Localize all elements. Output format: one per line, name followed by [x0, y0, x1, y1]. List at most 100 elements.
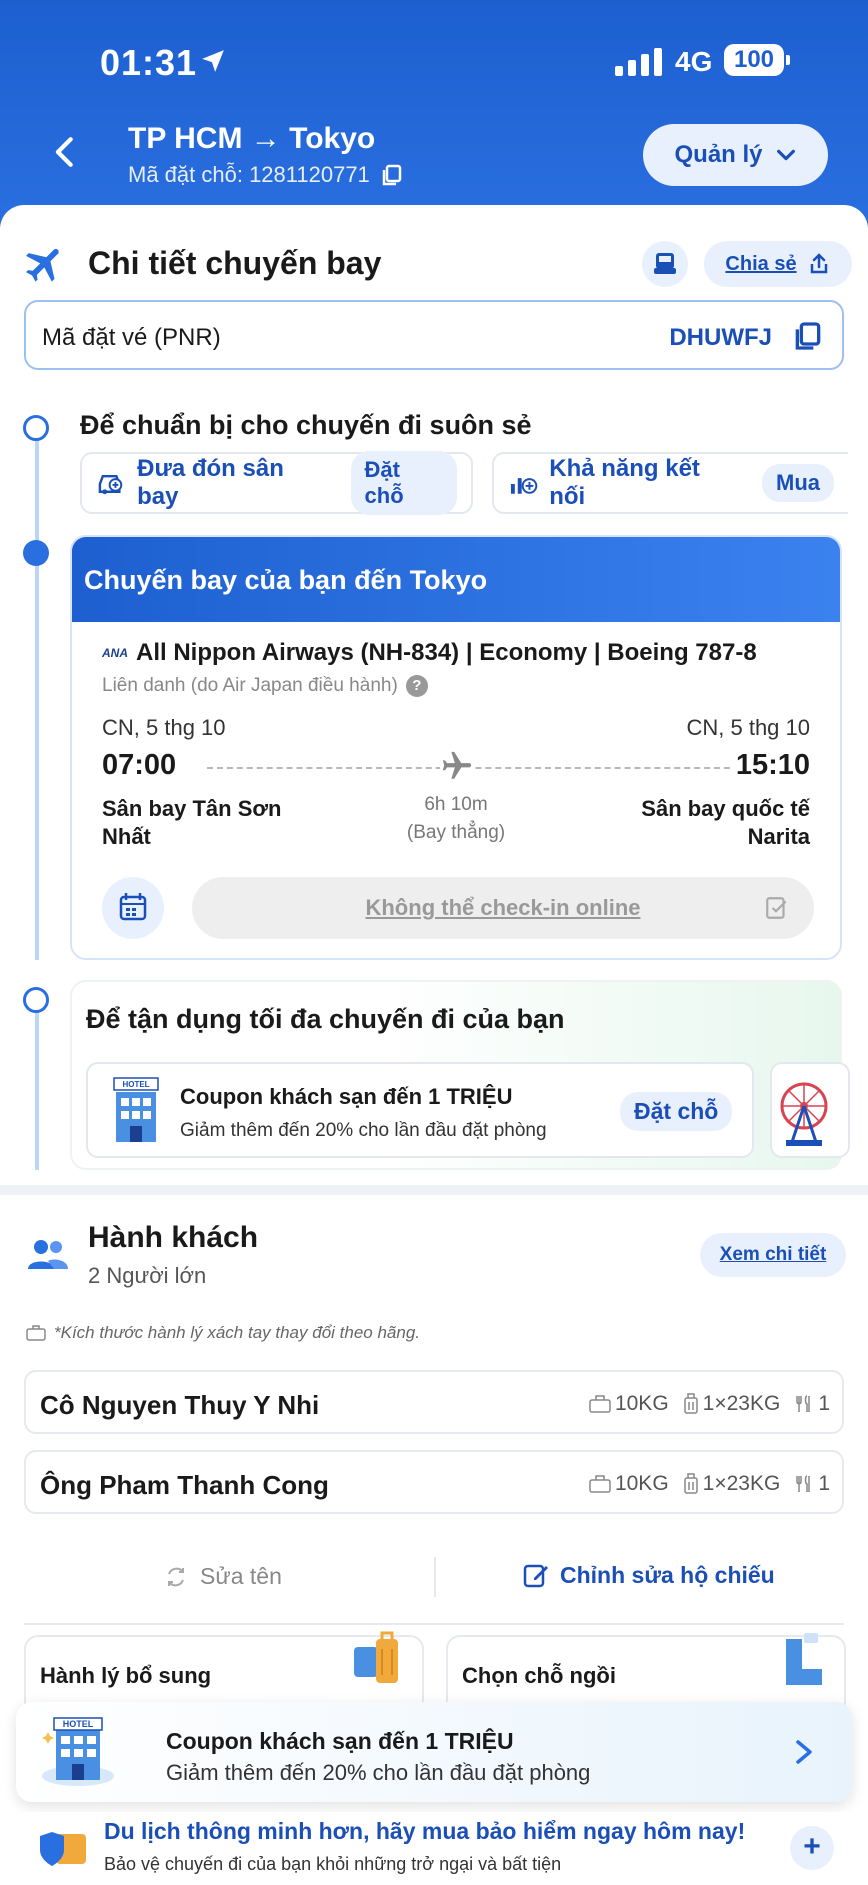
view-details-button[interactable]: Xem chi tiết: [700, 1233, 846, 1277]
departure-time: 07:00: [102, 749, 177, 781]
departure-date: CN, 5 thg 10: [102, 715, 226, 740]
signal-icon: [615, 46, 662, 76]
prepare-title: Để chuẩn bị cho chuyến đi suôn sẻ: [80, 410, 532, 440]
copy-icon[interactable]: [792, 320, 824, 352]
app-header: 01:31 4G 100 TP HCM → Tokyo Mã đặt chỗ: …: [0, 0, 868, 230]
hotel-badge-text: HOTEL: [122, 1080, 149, 1089]
chevron-right-icon: [796, 1740, 812, 1764]
chevron-down-icon: [776, 149, 795, 161]
insurance-subtitle: Bảo vệ chuyến đi của bạn khỏi những trở …: [104, 1854, 562, 1874]
edit-name-button[interactable]: Sửa tên: [164, 1563, 282, 1590]
connectivity-buy-button[interactable]: Mua: [762, 464, 834, 502]
maximize-trip-card: Để tận dụng tối đa chuyến đi của bạn HOT…: [70, 980, 850, 1170]
luggage-icon: [683, 1393, 698, 1414]
flight-details-header: Chi tiết chuyến bay Chia sẻ: [22, 235, 852, 295]
booking-code-text: Mã đặt chỗ: 1281120771: [128, 162, 370, 187]
status-bar: 01:31 4G 100: [0, 0, 868, 110]
duration-value: 6h 10m: [424, 794, 488, 815]
hotel-book-button[interactable]: Đặt chỗ: [620, 1092, 733, 1131]
manage-label: Quản lý: [674, 141, 763, 168]
meal-count: 1: [818, 1472, 830, 1495]
back-button[interactable]: [48, 135, 82, 169]
extra-baggage-label: Hành lý bổ sung: [40, 1663, 212, 1688]
checked-baggage: 1×23KG: [683, 1472, 780, 1496]
connectivity-card[interactable]: Khả năng kết nối Mua: [492, 452, 848, 514]
airport-transfer-label: Đưa đón sân bay: [137, 455, 284, 510]
airplane-icon: [26, 248, 59, 282]
cabin-bag-icon: [589, 1395, 611, 1413]
checkin-label: Không thể check-in online: [365, 895, 641, 920]
help-icon[interactable]: ?: [405, 675, 428, 697]
pnr-value: DHUWFJ: [669, 324, 772, 351]
flight-banner: Chuyến bay của bạn đến Tokyo: [72, 537, 840, 622]
add-insurance-button[interactable]: +: [790, 1826, 834, 1870]
checked-weight: 1×23KG: [702, 1392, 781, 1415]
hotel-coupon-card[interactable]: HOTEL Coupon khách sạn đến 1 TRIỆU Giảm …: [86, 1062, 754, 1158]
online-checkin-button[interactable]: Không thể check-in online: [192, 877, 814, 939]
flight-duration: 6h 10m (Bay thẳng): [72, 791, 840, 847]
swap-icon: [168, 1567, 184, 1586]
meal-info: 1: [794, 1392, 830, 1416]
passenger-name: Ông Pham Thanh Cong: [40, 1470, 329, 1500]
edit-name-label: Sửa tên: [200, 1563, 282, 1589]
luggage-icon: [683, 1473, 698, 1494]
hotel-coupon-title: Coupon khách sạn đến 1 TRIỆU: [180, 1084, 513, 1109]
hotel-coupon-subtitle: Giảm thêm đến 20% cho lần đầu đặt phòng: [180, 1120, 547, 1141]
timeline-line: [35, 565, 39, 960]
cabin-bag-icon: [26, 1325, 46, 1341]
passenger-count: 2 Người lớn: [88, 1263, 207, 1288]
divider: [434, 1557, 436, 1597]
timeline-line: [35, 1010, 39, 1170]
insurance-banner[interactable]: Du lịch thông minh hơn, hãy mua bảo hiểm…: [20, 1812, 850, 1885]
timeline-dot-active: [23, 540, 49, 566]
ferris-wheel-icon: [780, 1082, 828, 1146]
maximize-title: Để tận dụng tối đa chuyến đi của bạn: [86, 1004, 565, 1034]
airport-transfer-card[interactable]: Đưa đón sân bay Đặt chỗ: [80, 451, 473, 515]
baggage-note-text: *Kích thước hành lý xách tay thay đổi th…: [54, 1323, 420, 1342]
hotel-icon: HOTEL: [42, 1717, 114, 1786]
edit-passport-button[interactable]: Chỉnh sửa hộ chiếu: [522, 1561, 775, 1589]
status-time: 01:31: [100, 42, 198, 83]
cabin-baggage: 10KG: [589, 1472, 669, 1496]
section-title: Chi tiết chuyến bay: [88, 245, 382, 281]
floating-coupon-banner[interactable]: HOTEL Coupon khách sạn đến 1 TRIỆU Giảm …: [16, 1702, 852, 1802]
airport-transfer-book-button[interactable]: Đặt chỗ: [350, 451, 457, 515]
flight-card[interactable]: Chuyến bay của bạn đến Tokyo ANA All Nip…: [70, 535, 842, 960]
codeshare-note: Liên danh (do Air Japan điều hành) ?: [102, 675, 428, 697]
seat-icon: [786, 1633, 822, 1685]
share-button[interactable]: Chia sẻ: [704, 241, 852, 287]
connectivity-icon: [510, 478, 538, 494]
cabin-weight: 10KG: [614, 1392, 669, 1415]
timeline-dot: [23, 987, 49, 1013]
meal-icon: [796, 1475, 811, 1492]
floating-coupon-title: Coupon khách sạn đến 1 TRIỆU: [166, 1728, 514, 1754]
meal-info: 1: [794, 1472, 830, 1496]
airplane-icon: [440, 749, 474, 783]
meal-count: 1: [818, 1392, 830, 1415]
share-label: Chia sẻ: [725, 252, 797, 275]
passenger-name: Cô Nguyen Thuy Y Nhi: [40, 1390, 320, 1420]
seat-map-icon[interactable]: [642, 241, 688, 287]
passenger-row[interactable]: Ông Pham Thanh Cong 10KG 1×23KG 1: [24, 1450, 844, 1514]
hotel-icon: HOTEL: [113, 1077, 159, 1142]
car-icon: [98, 474, 123, 495]
cabin-bag-icon: [589, 1475, 611, 1493]
add-to-calendar-button[interactable]: [102, 877, 164, 939]
connectivity-label: Khả năng kết nối: [549, 455, 700, 510]
share-icon: [810, 253, 827, 274]
baggage-note: *Kích thước hành lý xách tay thay đổi th…: [26, 1323, 420, 1343]
manage-button[interactable]: Quản lý: [643, 124, 828, 186]
battery-indicator: 100: [724, 44, 790, 76]
luggage-icon: [354, 1631, 398, 1683]
stops-label: (Bay thẳng): [406, 822, 506, 843]
edit-actions: Sửa tên Chỉnh sửa hộ chiếu: [24, 1535, 844, 1625]
passengers-icon: [28, 1240, 68, 1269]
passenger-row[interactable]: Cô Nguyen Thuy Y Nhi 10KG 1×23KG 1: [24, 1370, 844, 1434]
location-arrow-icon: [202, 50, 224, 72]
attraction-card[interactable]: [770, 1062, 850, 1158]
copy-icon[interactable]: [380, 163, 404, 187]
cabin-baggage: 10KG: [589, 1392, 669, 1416]
insurance-shield-icon: [40, 1832, 86, 1866]
pnr-label: Mã đặt vé (PNR): [42, 324, 221, 351]
floating-coupon-subtitle: Giảm thêm đến 20% cho lần đầu đặt phòng: [166, 1760, 591, 1785]
